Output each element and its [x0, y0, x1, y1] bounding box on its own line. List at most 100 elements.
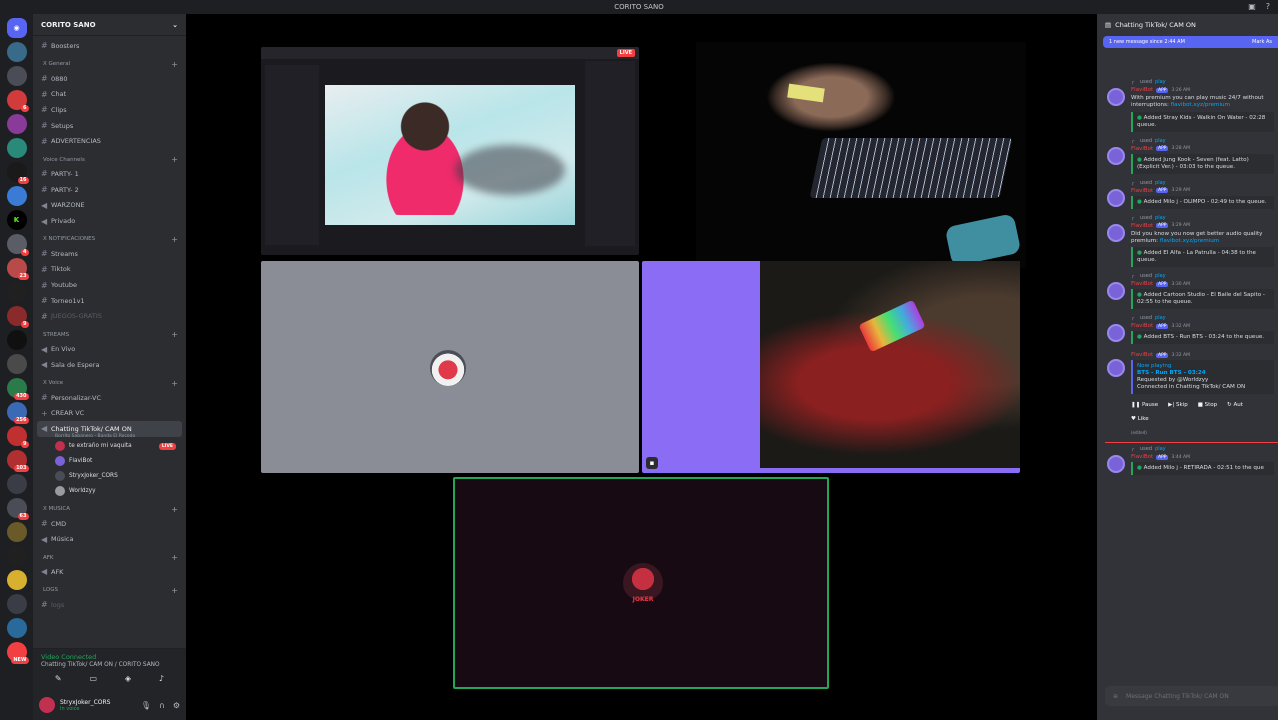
skip-button[interactable]: ▶| Skip [1168, 402, 1188, 408]
server-icon[interactable] [6, 354, 27, 374]
autoplay-button[interactable]: ↻ Aut [1227, 402, 1243, 408]
server-icon[interactable] [6, 474, 27, 494]
screen-share-icon[interactable]: ▭ [89, 674, 97, 683]
add-channel-icon[interactable]: + [171, 505, 178, 514]
speaking-user-tile[interactable]: JOKER [453, 477, 829, 689]
server-icon[interactable]: 256 [6, 402, 29, 424]
author-name[interactable]: FlaviBot [1131, 87, 1153, 93]
channel-advertencias[interactable]: # ADVERTENCIAS [37, 133, 182, 149]
bot-avatar[interactable] [1107, 324, 1125, 343]
camera-icon[interactable]: ✎ [55, 674, 62, 683]
channel-crear-vc[interactable]: + CREAR VC [37, 405, 182, 421]
channel-setups[interactable]: # Setups [37, 118, 182, 134]
author-name[interactable]: FlaviBot [1131, 454, 1153, 460]
category-general[interactable]: X General + [37, 54, 182, 71]
author-name[interactable]: FlaviBot [1131, 281, 1153, 287]
voice-user[interactable]: te extraño mi vaquita LIVE [37, 439, 182, 454]
category-notificaciones[interactable]: X NOTIFICACIONES + [37, 229, 182, 246]
voice-user[interactable]: StryxJoker_CORS [37, 469, 182, 484]
server-icon[interactable]: 9 [6, 426, 29, 448]
server-icon[interactable]: 63 [6, 498, 29, 520]
server-icon[interactable] [6, 42, 27, 62]
server-icon[interactable]: 23 [6, 258, 29, 280]
command-name[interactable]: play [1155, 215, 1166, 221]
server-icon[interactable]: 103 [6, 450, 29, 472]
channel-afk[interactable]: ◀ AFK [37, 564, 182, 580]
desk-camera-tile[interactable] [696, 42, 1026, 268]
like-button[interactable]: ♥ Like [1131, 416, 1274, 422]
add-channel-icon[interactable]: + [171, 235, 178, 244]
server-icon[interactable] [6, 282, 27, 302]
add-channel-icon[interactable]: + [171, 379, 178, 388]
kick-icon[interactable]: K [6, 210, 27, 230]
channel-streams[interactable]: # Streams [37, 246, 182, 262]
channel-cmd[interactable]: # CMD [37, 516, 182, 532]
premium-link[interactable]: flavibot.xyz/premium [1160, 238, 1219, 244]
microphone-icon[interactable]: 🎙 [141, 701, 151, 710]
category-voice[interactable]: Voice Channels + [37, 149, 182, 166]
headphones-icon[interactable]: ∩ [159, 701, 165, 710]
author-name[interactable]: FlaviBot [1131, 352, 1153, 358]
command-name[interactable]: play [1155, 180, 1166, 186]
channel-boosters[interactable]: # Boosters [37, 38, 182, 54]
channel-party2[interactable]: # PARTY- 2 [37, 182, 182, 198]
activity-icon[interactable]: ◈ [125, 674, 131, 683]
author-name[interactable]: FlaviBot [1131, 146, 1153, 152]
inbox-icon[interactable]: ▣ [1248, 2, 1256, 11]
channel-torneo[interactable]: # Torneo1v1 [37, 293, 182, 309]
voice-user[interactable]: FlaviBot [37, 454, 182, 469]
server-icon[interactable]: 430 [6, 378, 29, 400]
channel-chat[interactable]: # Chat [37, 86, 182, 102]
bot-avatar[interactable] [1107, 188, 1125, 207]
author-name[interactable]: FlaviBot [1131, 223, 1153, 229]
category-x-voice[interactable]: X Voice + [37, 373, 182, 390]
server-icon[interactable]: 16 [6, 162, 29, 184]
add-channel-icon[interactable]: + [171, 60, 178, 69]
channel-0880[interactable]: #0880 [37, 71, 182, 87]
category-logs[interactable]: LOGS + [37, 580, 182, 597]
bot-avatar[interactable] [1107, 282, 1125, 301]
server-icon[interactable] [6, 522, 27, 542]
add-channel-icon[interactable]: + [171, 330, 178, 339]
channel-juegos-gratis[interactable]: # JUEGOS-GRATIS [37, 309, 182, 325]
voice-user[interactable]: Worldzyy [37, 484, 182, 499]
server-icon[interactable] [6, 186, 27, 206]
server-icon[interactable] [6, 114, 27, 134]
bot-avatar[interactable] [1107, 146, 1125, 165]
server-icon[interactable] [6, 138, 27, 158]
channel-sala-espera[interactable]: ◀ Sala de Espera [37, 357, 182, 373]
channel-party1[interactable]: # PARTY- 1 [37, 166, 182, 182]
premium-link[interactable]: flavibot.xyz/premium [1171, 102, 1230, 108]
message-input[interactable]: ⊕ Message Chatting TikTok/ CAM ON [1105, 686, 1278, 706]
channel-warzone[interactable]: ◀ WARZONE [37, 198, 182, 214]
command-name[interactable]: play [1155, 446, 1166, 452]
server-icon[interactable] [6, 66, 27, 86]
command-name[interactable]: play [1155, 138, 1166, 144]
server-icon[interactable] [6, 330, 27, 350]
category-musica[interactable]: X MUSICA + [37, 499, 182, 516]
category-streams[interactable]: STREAMS + [37, 324, 182, 341]
add-channel-icon[interactable]: + [171, 586, 178, 595]
command-name[interactable]: play [1155, 315, 1166, 321]
channel-clips[interactable]: # Clips [37, 102, 182, 118]
help-icon[interactable]: ? [1266, 2, 1270, 11]
soundboard-icon[interactable]: ♪ [159, 674, 164, 683]
stop-button[interactable]: ■ Stop [1198, 402, 1217, 408]
user-avatar-tile[interactable] [261, 261, 639, 473]
server-icon[interactable] [6, 594, 27, 614]
bot-avatar[interactable] [1107, 223, 1125, 242]
channel-privado[interactable]: ◀ Privado [37, 213, 182, 229]
author-name[interactable]: FlaviBot [1131, 323, 1153, 329]
avatar[interactable] [39, 697, 55, 713]
plus-circle-icon[interactable]: ⊕ [1113, 693, 1118, 700]
channel-personalizar-vc[interactable]: # Personalizar-VC [37, 390, 182, 406]
bot-avatar[interactable] [1107, 455, 1125, 474]
server-icon[interactable]: 6 [6, 90, 29, 112]
channel-musica[interactable]: ◀ Música [37, 531, 182, 547]
server-icon[interactable] [6, 570, 27, 590]
server-icon[interactable] [6, 546, 27, 566]
server-icon[interactable]: 9 [6, 306, 29, 328]
pause-button[interactable]: ❚❚ Pause [1131, 402, 1158, 408]
add-channel-icon[interactable]: + [171, 553, 178, 562]
new-server-icon[interactable]: NEW [6, 642, 29, 664]
